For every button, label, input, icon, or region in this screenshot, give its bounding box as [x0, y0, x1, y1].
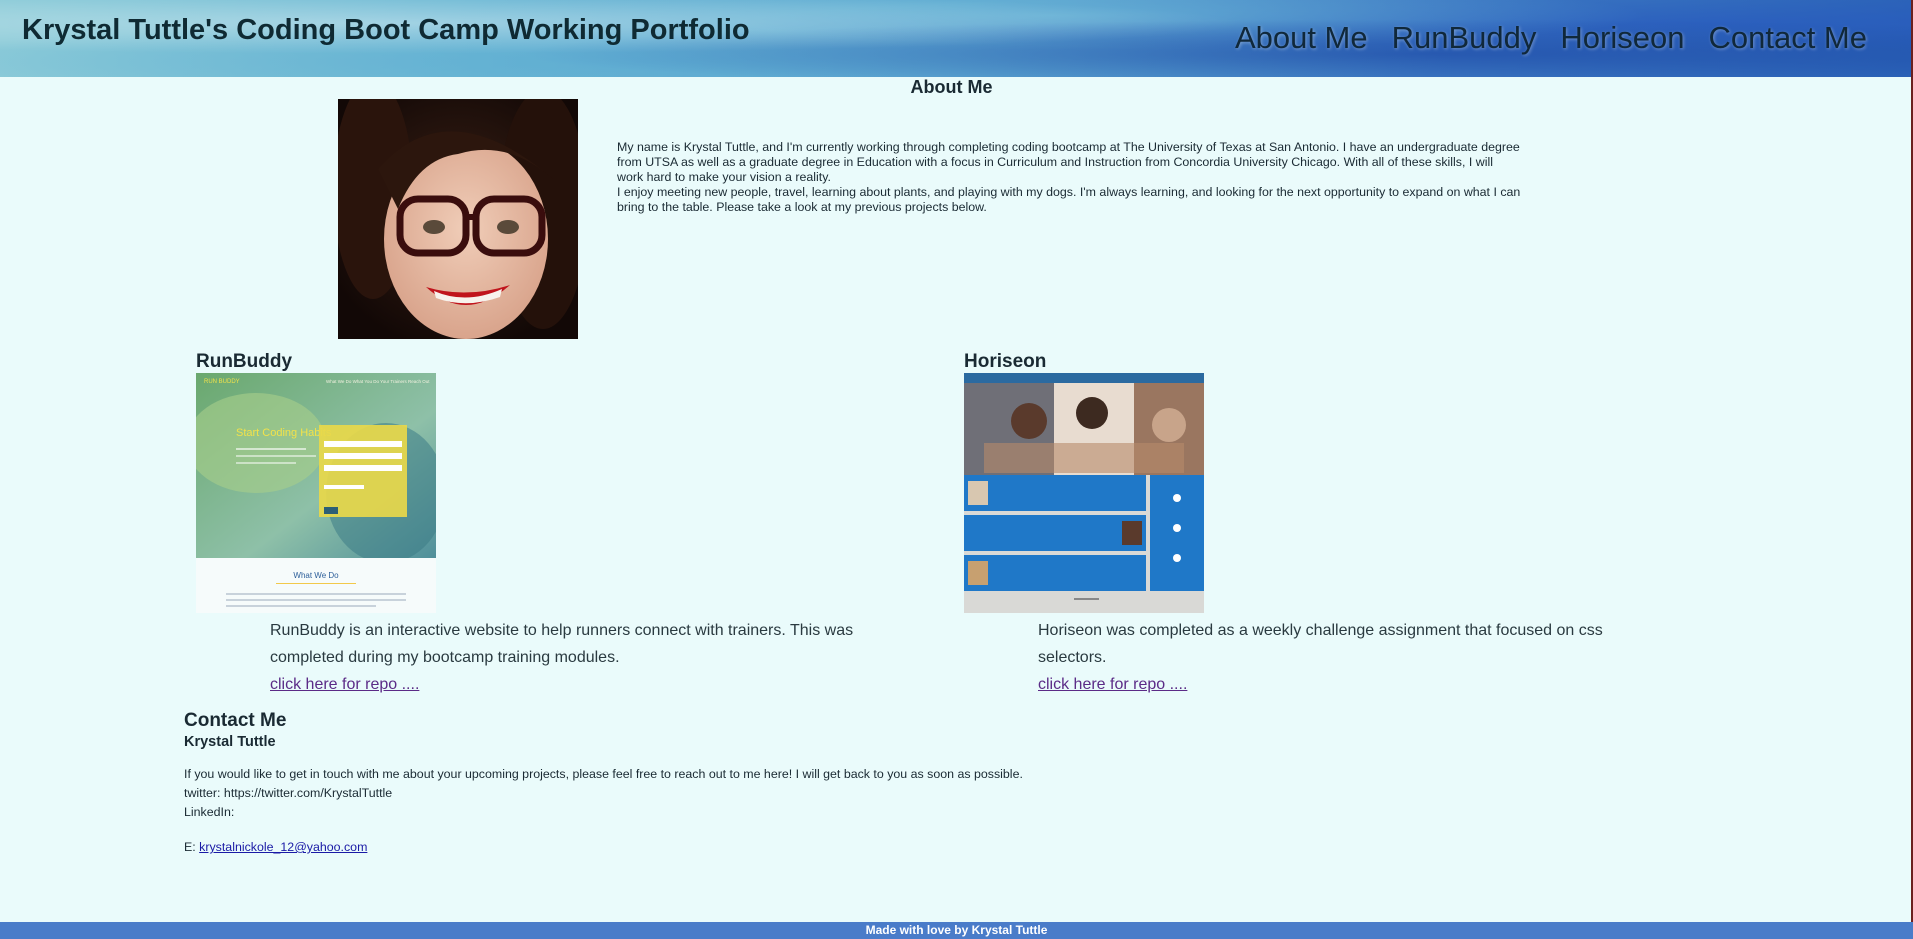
project-description-text: RunBuddy is an interactive website to he… — [270, 622, 854, 666]
runbuddy-thumb-banner: Start Coding Habits — [236, 427, 332, 439]
runbuddy-screenshot[interactable]: RUN BUDDY What We Do What You Do Your Tr… — [196, 373, 436, 613]
footer-text: Made with love by Krystal Tuttle — [865, 923, 1048, 937]
contact-intro: If you would like to get in touch with m… — [184, 767, 1023, 781]
site-title: Krystal Tuttle's Coding Boot Camp Workin… — [22, 14, 750, 46]
contact-twitter: twitter: https://twitter.com/KrystalTutt… — [184, 786, 393, 800]
project-description-text: Horiseon was completed as a weekly chall… — [1038, 622, 1603, 666]
about-text: My name is Krystal Tuttle, and I'm curre… — [617, 140, 1522, 215]
nav-runbuddy[interactable]: RunBuddy — [1392, 20, 1537, 56]
svg-text:What We Do What You Do You: What We Do What You Do Your Trainers Rea… — [326, 379, 430, 384]
contact-email-line: E: krystalnickole_12@yahoo.com — [184, 838, 1384, 857]
project-title: RunBuddy — [196, 351, 293, 372]
runbuddy-repo-link[interactable]: click here for repo .... — [270, 676, 419, 693]
site-header: Krystal Tuttle's Coding Boot Camp Workin… — [0, 0, 1911, 77]
project-horiseon: Horiseon Horiseon was completed as a wee… — [964, 351, 1603, 693]
runbuddy-thumb-section: What We Do — [293, 571, 339, 580]
email-prefix: E: — [184, 840, 200, 854]
horiseon-repo-link[interactable]: click here for repo .... — [1038, 676, 1187, 693]
project-title: Horiseon — [964, 351, 1047, 372]
about-paragraph: My name is Krystal Tuttle, and I'm curre… — [617, 140, 1520, 184]
email-link[interactable]: krystalnickole_12@yahoo.com — [199, 840, 367, 854]
nav-horiseon[interactable]: Horiseon — [1560, 20, 1684, 56]
main-nav: About Me RunBuddy Horiseon Contact Me — [1235, 20, 1867, 56]
contact-section: Contact Me Krystal Tuttle If you would l… — [184, 710, 1384, 857]
project-description: Horiseon was completed as a weekly chall… — [1038, 617, 1658, 698]
project-runbuddy: RunBuddy RUN BUDDY What We Do What You D… — [196, 351, 853, 693]
nav-about-me[interactable]: About Me — [1235, 20, 1368, 56]
profile-photo — [338, 99, 578, 339]
horiseon-screenshot[interactable] — [964, 373, 1204, 613]
about-paragraph: I enjoy meeting new people, travel, lear… — [617, 185, 1521, 214]
project-description: RunBuddy is an interactive website to he… — [270, 617, 890, 698]
about-heading: About Me — [910, 77, 993, 97]
site-footer: Made with love by Krystal Tuttle — [0, 922, 1913, 939]
nav-contact-me[interactable]: Contact Me — [1708, 20, 1867, 56]
contact-name: Krystal Tuttle — [184, 734, 276, 750]
svg-text:RUN BUDDY: RUN BUDDY — [204, 379, 240, 385]
contact-linkedin: LinkedIn: — [184, 805, 235, 819]
contact-heading: Contact Me — [184, 710, 287, 731]
